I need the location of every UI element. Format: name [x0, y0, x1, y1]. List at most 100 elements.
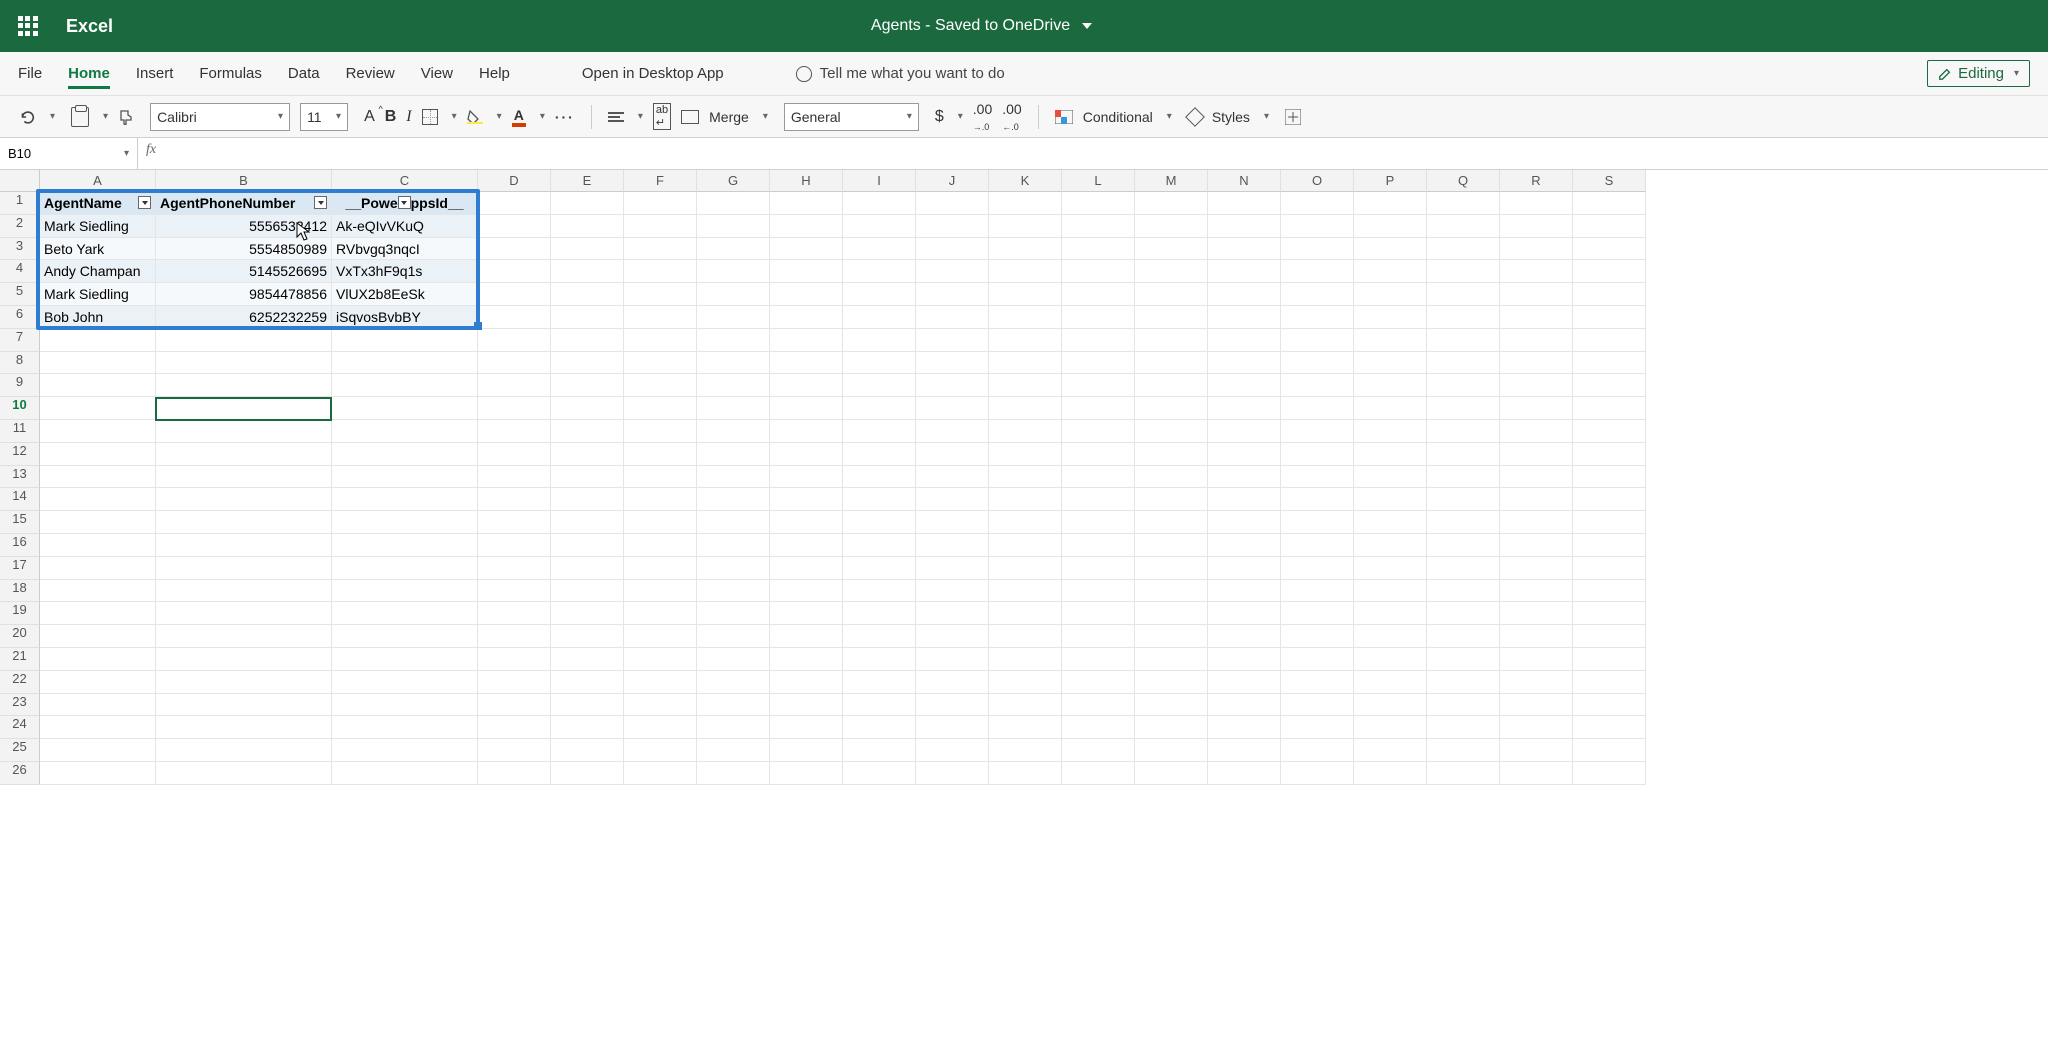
- column-header[interactable]: E: [551, 170, 624, 192]
- cell[interactable]: [478, 716, 551, 739]
- cell[interactable]: 5556532412: [156, 215, 332, 238]
- cell[interactable]: [697, 602, 770, 625]
- cell[interactable]: [551, 762, 624, 785]
- cell[interactable]: [478, 694, 551, 717]
- cell[interactable]: [478, 306, 551, 329]
- cell[interactable]: [1500, 283, 1573, 306]
- cell[interactable]: [40, 648, 156, 671]
- column-header[interactable]: M: [1135, 170, 1208, 192]
- cell[interactable]: [916, 602, 989, 625]
- fill-color-button[interactable]: [467, 110, 483, 124]
- cell[interactable]: [40, 534, 156, 557]
- cell[interactable]: [551, 215, 624, 238]
- cell[interactable]: [916, 739, 989, 762]
- cell[interactable]: [697, 625, 770, 648]
- cell[interactable]: [1062, 739, 1135, 762]
- cell[interactable]: [989, 762, 1062, 785]
- cell[interactable]: [1354, 238, 1427, 261]
- row-header[interactable]: 24: [0, 716, 40, 739]
- row-header[interactable]: 2: [0, 215, 40, 238]
- cell[interactable]: [1354, 694, 1427, 717]
- cell[interactable]: [989, 283, 1062, 306]
- table-resize-handle[interactable]: [474, 322, 482, 330]
- cell[interactable]: [1208, 215, 1281, 238]
- cell[interactable]: [1500, 511, 1573, 534]
- cell[interactable]: [156, 397, 332, 420]
- cell[interactable]: [1208, 534, 1281, 557]
- cell[interactable]: [1354, 443, 1427, 466]
- cell[interactable]: [916, 534, 989, 557]
- styles-label[interactable]: Styles: [1212, 109, 1250, 125]
- cell[interactable]: [697, 671, 770, 694]
- cell[interactable]: [156, 762, 332, 785]
- column-header[interactable]: I: [843, 170, 916, 192]
- cell[interactable]: [1500, 716, 1573, 739]
- cell[interactable]: [843, 762, 916, 785]
- cell[interactable]: [1281, 374, 1354, 397]
- cell[interactable]: [1427, 352, 1500, 375]
- cell[interactable]: [551, 602, 624, 625]
- cell[interactable]: [1427, 739, 1500, 762]
- cell[interactable]: [1208, 283, 1281, 306]
- cell[interactable]: [770, 215, 843, 238]
- cell[interactable]: [1208, 602, 1281, 625]
- cell[interactable]: [843, 534, 916, 557]
- cell[interactable]: [1281, 306, 1354, 329]
- cell[interactable]: [916, 238, 989, 261]
- cell[interactable]: [40, 716, 156, 739]
- row-header[interactable]: 1: [0, 192, 40, 215]
- cell[interactable]: [1573, 580, 1646, 603]
- cell[interactable]: [40, 602, 156, 625]
- cell[interactable]: [1062, 329, 1135, 352]
- column-header[interactable]: Q: [1427, 170, 1500, 192]
- cell[interactable]: [624, 580, 697, 603]
- cell[interactable]: [1354, 739, 1427, 762]
- cell[interactable]: [843, 648, 916, 671]
- cell[interactable]: [1062, 192, 1135, 215]
- cell[interactable]: [40, 488, 156, 511]
- cell[interactable]: [1135, 215, 1208, 238]
- cell[interactable]: [1354, 283, 1427, 306]
- cell[interactable]: [332, 762, 478, 785]
- row-header[interactable]: 23: [0, 694, 40, 717]
- cell[interactable]: [551, 511, 624, 534]
- cell[interactable]: [697, 215, 770, 238]
- cell[interactable]: [1135, 420, 1208, 443]
- cell[interactable]: [1427, 192, 1500, 215]
- cell[interactable]: [478, 739, 551, 762]
- cell[interactable]: [1281, 671, 1354, 694]
- cell[interactable]: [1135, 534, 1208, 557]
- cell[interactable]: [770, 466, 843, 489]
- cell[interactable]: [916, 397, 989, 420]
- cell[interactable]: [770, 306, 843, 329]
- cell[interactable]: [1135, 466, 1208, 489]
- filter-button[interactable]: [138, 196, 151, 209]
- cell[interactable]: [1135, 488, 1208, 511]
- row-header[interactable]: 8: [0, 352, 40, 375]
- cell[interactable]: [156, 488, 332, 511]
- cell[interactable]: [551, 625, 624, 648]
- cell[interactable]: [1427, 625, 1500, 648]
- cell[interactable]: [478, 466, 551, 489]
- cell[interactable]: [1135, 648, 1208, 671]
- cell[interactable]: [697, 716, 770, 739]
- cell[interactable]: [332, 625, 478, 648]
- cell[interactable]: [989, 238, 1062, 261]
- cell[interactable]: [1062, 762, 1135, 785]
- cell[interactable]: [989, 739, 1062, 762]
- cell[interactable]: [478, 511, 551, 534]
- cell[interactable]: [551, 238, 624, 261]
- cell[interactable]: [332, 397, 478, 420]
- cell[interactable]: VxTx3hF9q1s: [332, 260, 478, 283]
- cell[interactable]: [156, 352, 332, 375]
- cell[interactable]: [1427, 306, 1500, 329]
- cell[interactable]: [332, 716, 478, 739]
- cell[interactable]: [1135, 694, 1208, 717]
- cell[interactable]: [1281, 192, 1354, 215]
- cell[interactable]: [551, 694, 624, 717]
- paste-dropdown[interactable]: ▾: [103, 111, 108, 122]
- cell[interactable]: [1281, 534, 1354, 557]
- cell[interactable]: [551, 739, 624, 762]
- fx-icon[interactable]: fx: [138, 138, 164, 169]
- styles-dropdown[interactable]: ▾: [1264, 111, 1269, 122]
